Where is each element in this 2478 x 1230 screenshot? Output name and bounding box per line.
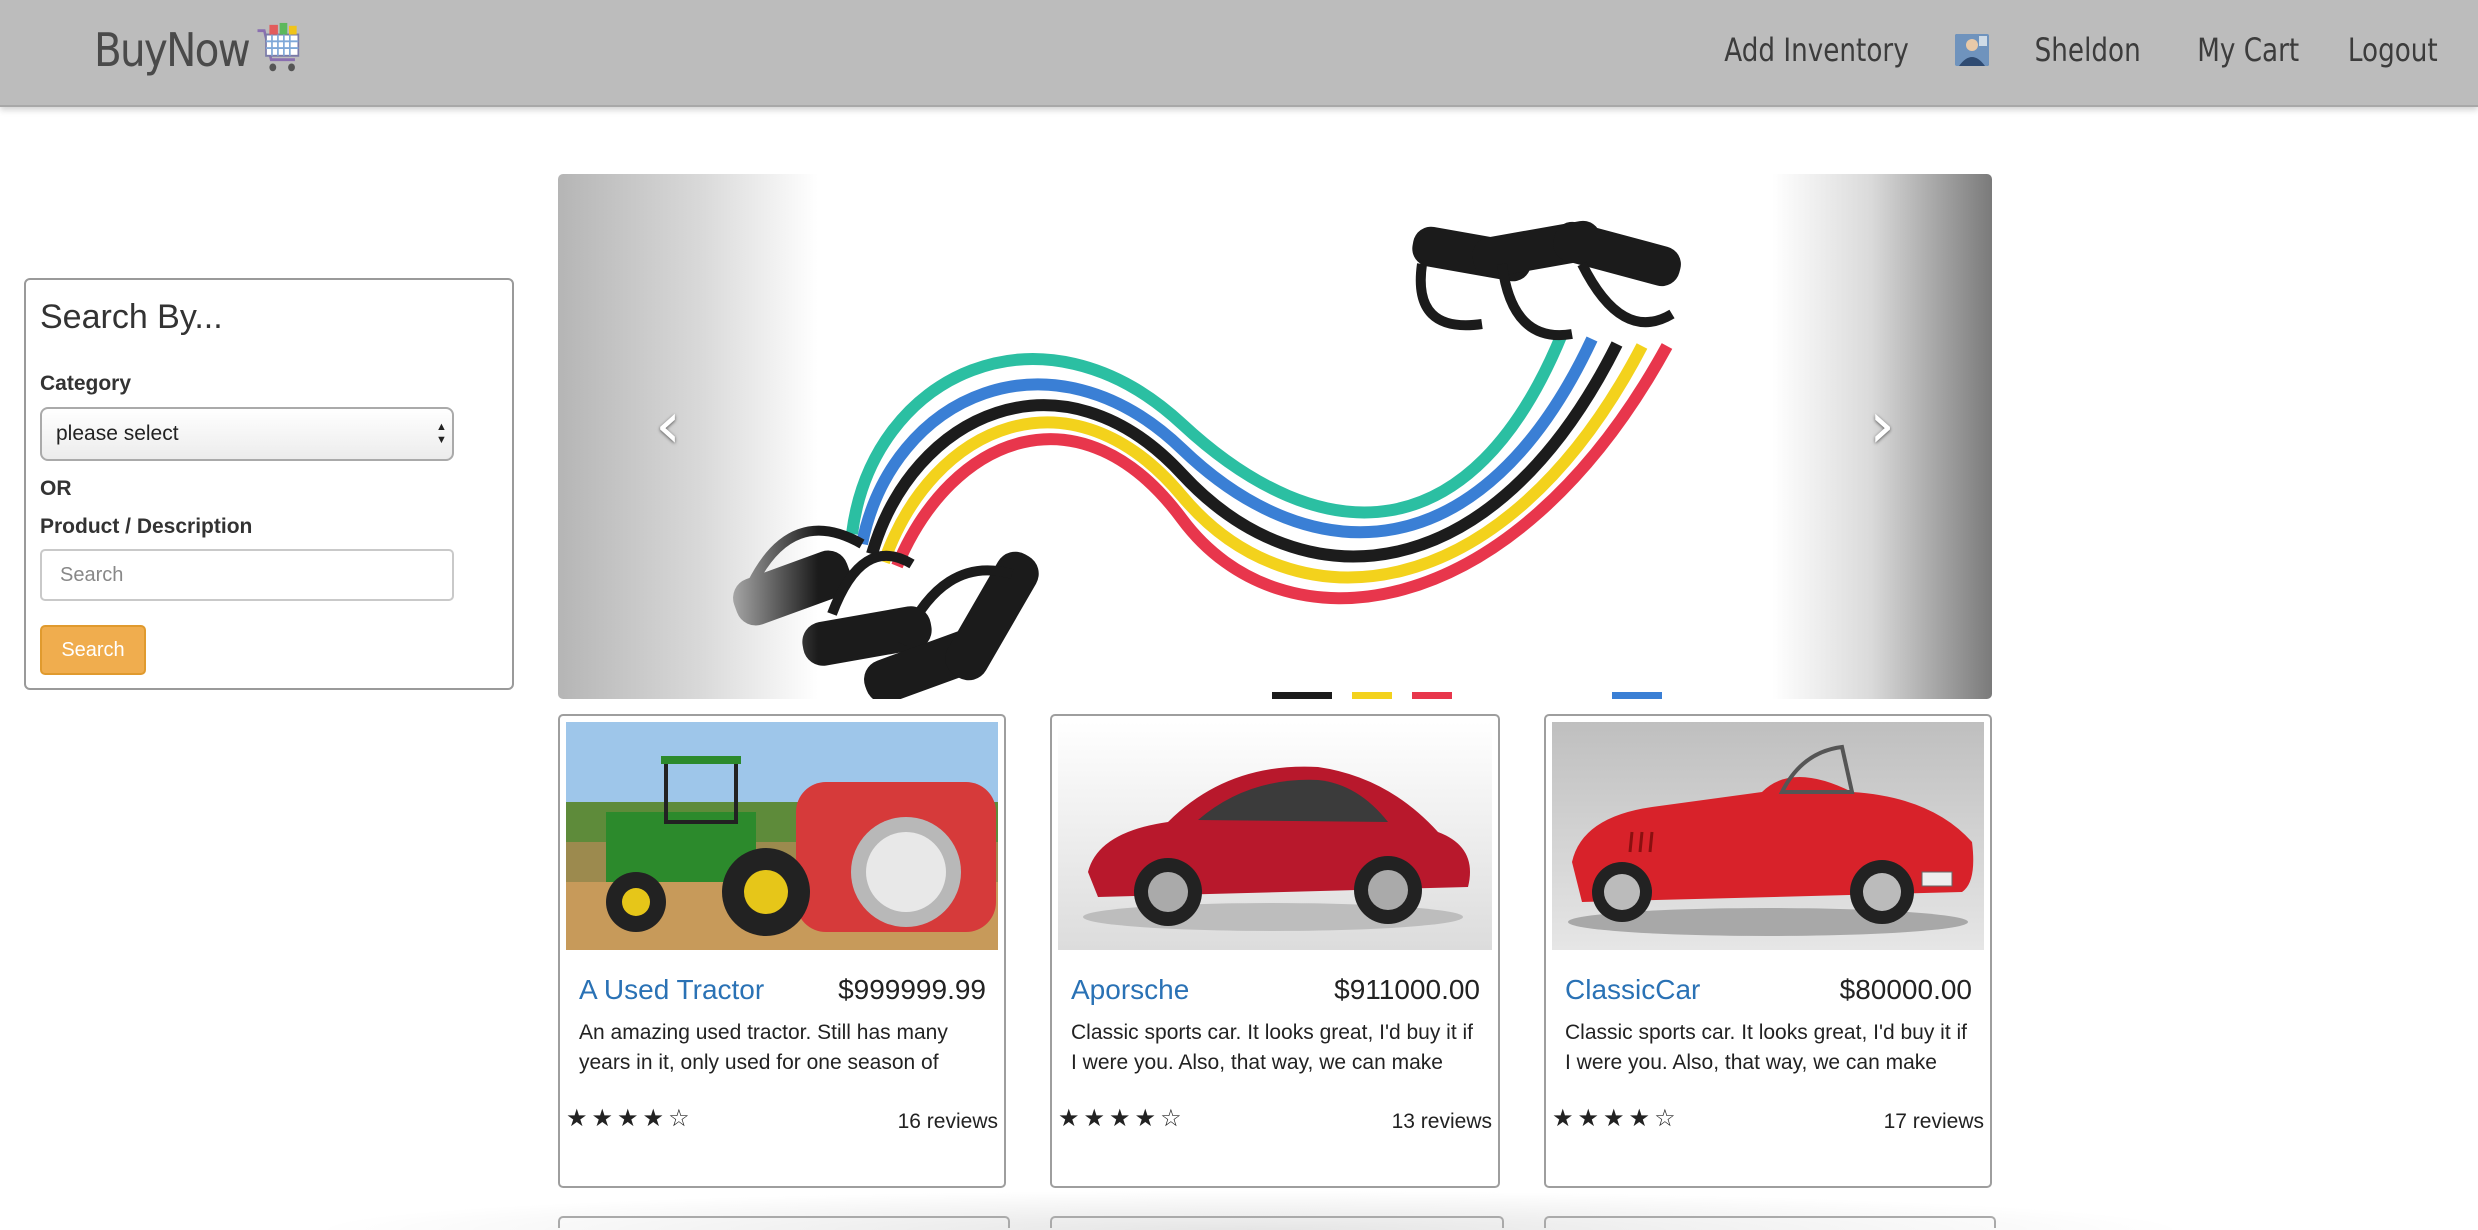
search-input[interactable]	[40, 549, 454, 601]
shopping-cart-icon	[257, 22, 300, 72]
product-description-label: Product / Description	[40, 515, 253, 538]
carousel-image-resistance-bands	[712, 174, 1692, 699]
add-inventory-link[interactable]: Add Inventory	[1724, 31, 1908, 69]
logout-link[interactable]: Logout	[2348, 31, 2438, 69]
product-price: $999999.99	[838, 974, 986, 1005]
avatar-image	[1954, 34, 1989, 66]
product-carousel: ‹ ›	[558, 174, 1992, 699]
search-panel: Search By... Category please select ▲ ▼ O…	[24, 278, 514, 690]
search-panel-title: Search By...	[40, 298, 223, 336]
category-select-value: please select	[56, 422, 179, 445]
product-card[interactable]: Aporsche $911000.00 Classic sports car. …	[1050, 714, 1500, 1188]
product-name-link[interactable]: Aporsche	[1071, 974, 1189, 1006]
product-card[interactable]: ClassicCar $80000.00 Classic sports car.…	[1544, 714, 1992, 1188]
product-card[interactable]: A Used Tractor $999999.99 An amazing use…	[558, 714, 1006, 1188]
next-product-card-edge	[1050, 1216, 1504, 1228]
next-product-card-edge	[1544, 1216, 1996, 1228]
product-description: Classic sports car. It looks great, I'd …	[1565, 1021, 1967, 1074]
chevron-left-icon[interactable]: ‹	[638, 386, 698, 466]
star-rating-icon: ★★★★☆	[1552, 1104, 1680, 1132]
product-name-link[interactable]: A Used Tractor	[579, 974, 764, 1006]
review-count[interactable]: 13 reviews	[1392, 1110, 1492, 1134]
product-description: Classic sports car. It looks great, I'd …	[1071, 1021, 1473, 1074]
chevron-right-icon[interactable]: ›	[1852, 386, 1912, 466]
product-price: $80000.00	[1839, 974, 1972, 1005]
select-arrows-icon: ▲ ▼	[436, 421, 447, 446]
top-navbar: BuyNow Add Inventory Sheldon My Cart Log…	[0, 0, 2478, 107]
product-image-tractor[interactable]	[566, 722, 998, 950]
next-product-card-edge	[558, 1216, 1010, 1228]
product-image-classic-car[interactable]	[1552, 722, 1984, 950]
search-button[interactable]: Search	[40, 625, 146, 675]
product-image-porsche[interactable]	[1058, 722, 1492, 950]
star-rating-icon: ★★★★☆	[1058, 1104, 1186, 1132]
product-name-link[interactable]: ClassicCar	[1565, 974, 1700, 1006]
category-select[interactable]: please select ▲ ▼	[40, 407, 454, 461]
brand-logo[interactable]: BuyNow	[94, 14, 304, 86]
product-description: An amazing used tractor. Still has many …	[579, 1021, 948, 1074]
star-rating-icon: ★★★★☆	[566, 1104, 694, 1132]
category-label: Category	[40, 372, 132, 395]
review-count[interactable]: 16 reviews	[898, 1110, 998, 1134]
product-price: $911000.00	[1334, 974, 1480, 1005]
brand-name[interactable]: BuyNow	[94, 23, 251, 77]
review-count[interactable]: 17 reviews	[1884, 1110, 1984, 1134]
user-name-link[interactable]: Sheldon	[2034, 31, 2140, 69]
user-avatar[interactable]	[1954, 34, 1989, 66]
nav-links: Add Inventory Sheldon My Cart Logout	[1704, 0, 2478, 100]
my-cart-link[interactable]: My Cart	[2197, 31, 2299, 69]
or-label: OR	[40, 477, 72, 500]
